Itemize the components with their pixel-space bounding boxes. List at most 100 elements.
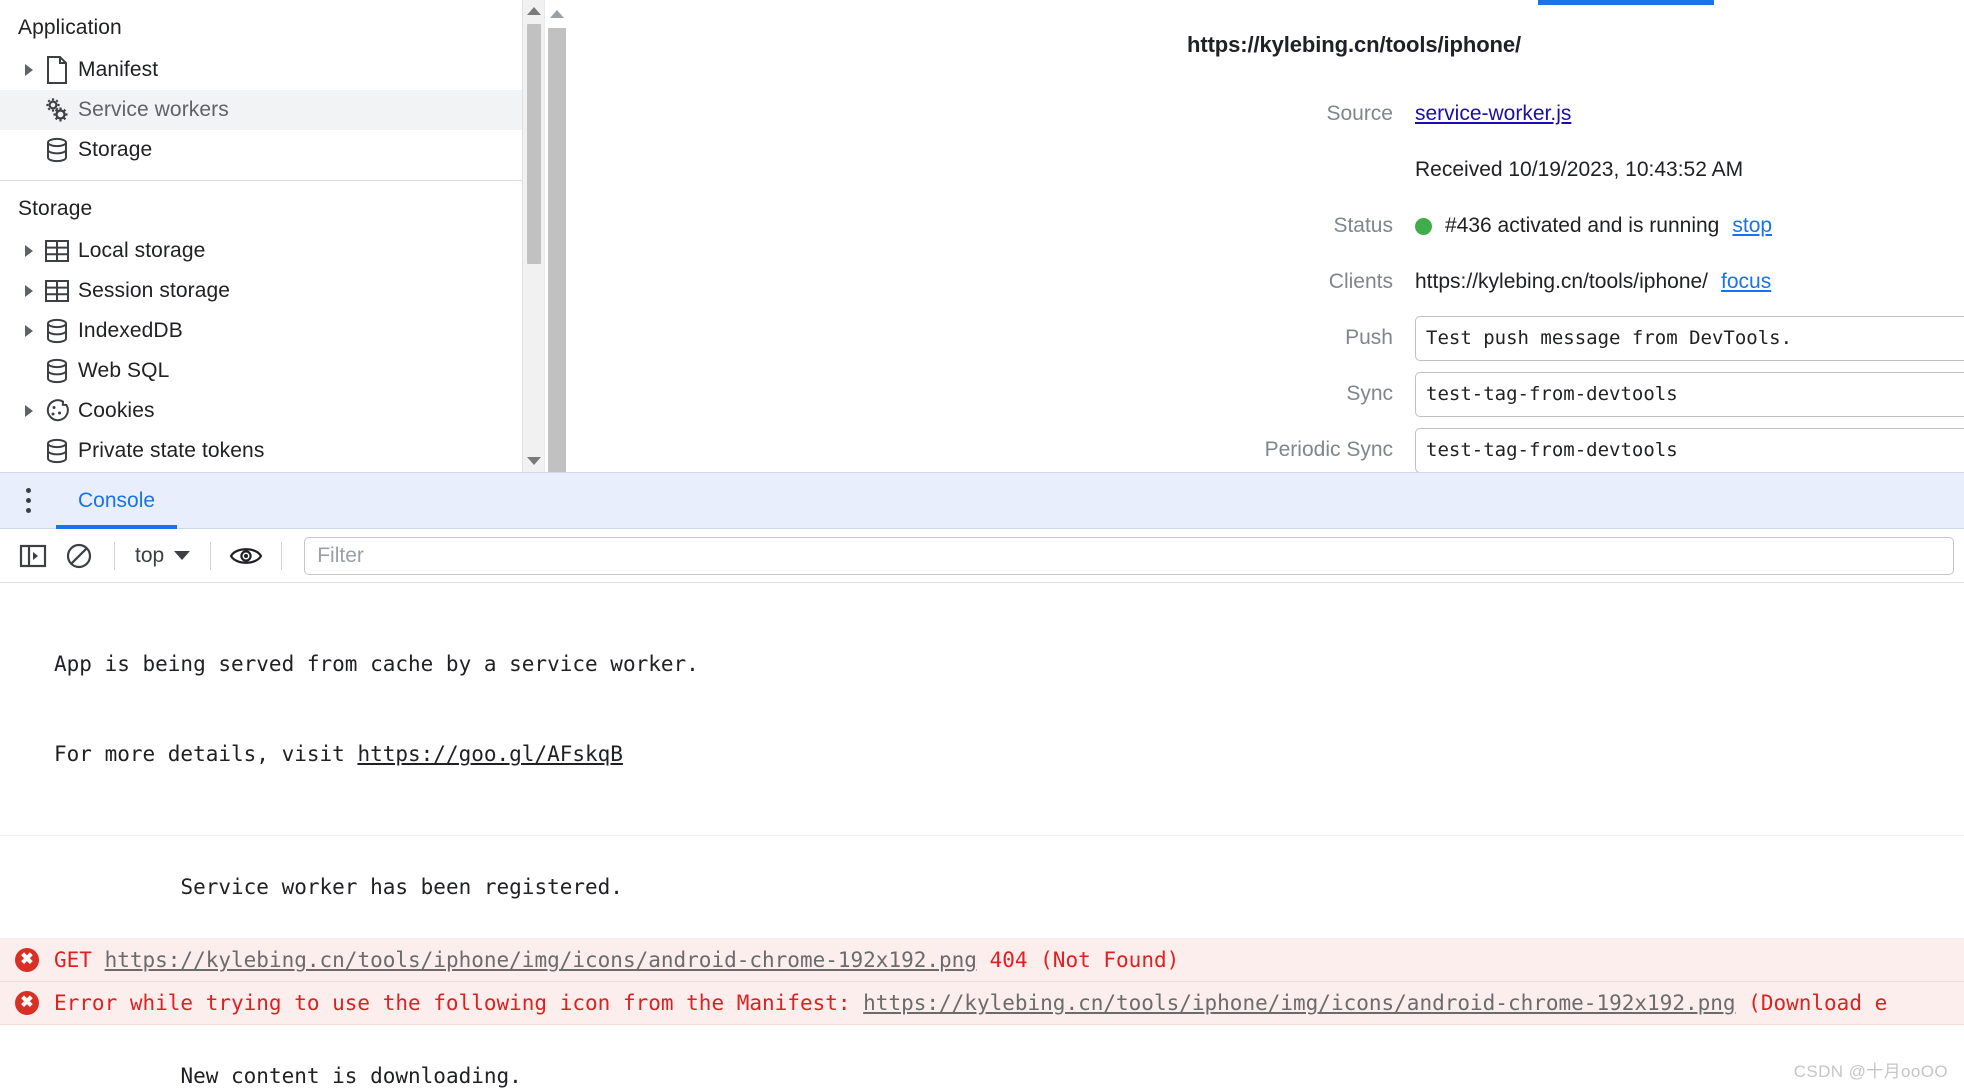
console-drawer: Console top <box>0 473 1964 1092</box>
periodic-sync-label: Periodic Sync <box>545 438 1415 462</box>
sidebar-item-label: Cookies <box>78 399 155 423</box>
message-text: Error while trying to use the following … <box>54 988 1964 1018</box>
error-suffix: (Download e <box>1736 991 1888 1015</box>
push-message-input[interactable] <box>1415 316 1964 361</box>
console-error-message: ✖ Error while trying to use the followin… <box>0 982 1964 1025</box>
focus-client-link[interactable]: focus <box>1721 270 1771 294</box>
service-worker-scope-url: https://kylebing.cn/tools/iphone/ <box>545 32 1964 58</box>
sidebar-item-label: Service workers <box>78 98 229 122</box>
expand-arrow-icon[interactable] <box>18 285 40 297</box>
sidebar-section-storage: Storage Local storage <box>0 181 544 472</box>
status-row: Status #436 activated and is running sto… <box>545 198 1964 254</box>
console-toolbar: top <box>0 529 1964 583</box>
watermark: CSDN @十月ooOO <box>1794 1057 1948 1082</box>
active-tab-indicator <box>1538 0 1714 5</box>
sidebar-item-label: Manifest <box>78 58 158 82</box>
error-icon: ✖ <box>15 948 39 972</box>
sidebar-section-title-storage: Storage <box>0 185 544 231</box>
client-url: https://kylebing.cn/tools/iphone/ <box>1415 270 1708 294</box>
sidebar-item-web-sql[interactable]: Web SQL <box>0 351 544 391</box>
tab-console[interactable]: Console <box>56 473 177 529</box>
sidebar-item-label: IndexedDB <box>78 319 183 343</box>
message-text: Service worker has been registered. <box>54 842 1964 932</box>
error-prefix: GET <box>54 948 105 972</box>
sidebar-scrollbar[interactable] <box>522 0 544 472</box>
sidebar-item-storage[interactable]: Storage <box>0 130 544 170</box>
toolbar-divider <box>114 542 115 570</box>
sidebar-item-label: Local storage <box>78 239 205 263</box>
log-line-prefix: For more details, visit <box>54 742 357 766</box>
log-line-text: App is being served from cache by a serv… <box>54 652 699 676</box>
service-worker-source-link[interactable]: service-worker.js <box>1415 102 1571 126</box>
received-row: Received 10/19/2023, 10:43:52 AM <box>545 142 1964 198</box>
sidebar-item-label: Session storage <box>78 279 230 303</box>
expand-arrow-icon[interactable] <box>18 405 40 417</box>
expand-arrow-icon[interactable] <box>18 245 40 257</box>
application-panel: Application Manifest <box>0 0 1964 473</box>
source-row: Source service-worker.js <box>545 86 1964 142</box>
log-line-text: Service worker has been registered. <box>180 875 623 899</box>
database-icon <box>40 438 74 464</box>
console-filter-input[interactable] <box>304 537 1954 575</box>
table-icon <box>40 239 74 263</box>
more-options-icon[interactable] <box>0 473 56 529</box>
status-label: Status <box>545 214 1415 238</box>
error-suffix: 404 (Not Found) <box>977 948 1179 972</box>
clients-row: Clients https://kylebing.cn/tools/iphone… <box>545 254 1964 310</box>
clear-console-icon[interactable] <box>56 533 102 579</box>
chevron-down-icon <box>174 551 190 560</box>
console-message: App is being served from cache by a serv… <box>0 583 1964 836</box>
scroll-up-arrow-icon[interactable] <box>523 0 545 22</box>
console-message: Service worker has been registered. <box>0 836 1964 939</box>
sidebar-item-private-state-tokens[interactable]: Private state tokens <box>0 431 544 471</box>
console-message-list[interactable]: App is being served from cache by a serv… <box>0 583 1964 1092</box>
clients-label: Clients <box>545 270 1415 294</box>
source-label: Source <box>545 102 1415 126</box>
scrollbar-thumb[interactable] <box>548 28 566 472</box>
push-label: Push <box>545 326 1415 350</box>
expand-arrow-icon[interactable] <box>18 64 40 76</box>
sidebar-item-manifest[interactable]: Manifest <box>0 50 544 90</box>
push-row: Push Push <box>545 310 1964 366</box>
console-link[interactable]: https://kylebing.cn/tools/iphone/img/ico… <box>863 991 1735 1015</box>
execution-context-value: top <box>135 544 164 568</box>
periodic-sync-tag-input[interactable] <box>1415 428 1964 473</box>
expand-arrow-icon[interactable] <box>18 325 40 337</box>
live-expression-icon[interactable] <box>223 533 269 579</box>
message-gutter <box>0 1031 54 1034</box>
application-sidebar[interactable]: Application Manifest <box>0 0 545 472</box>
drawer-tab-bar: Console <box>0 473 1964 529</box>
message-gutter: ✖ <box>0 945 54 972</box>
status-indicator-icon <box>1415 218 1432 235</box>
sync-tag-input[interactable] <box>1415 372 1964 417</box>
sidebar-item-label: Private state tokens <box>78 439 264 463</box>
cookie-icon <box>40 398 74 424</box>
sidebar-item-service-workers[interactable]: Service workers <box>0 90 544 130</box>
sidebar-item-session-storage[interactable]: Session storage <box>0 271 544 311</box>
message-text: GET https://kylebing.cn/tools/iphone/img… <box>54 945 1964 975</box>
database-icon <box>40 137 74 163</box>
sidebar-item-local-storage[interactable]: Local storage <box>0 231 544 271</box>
scrollbar-thumb[interactable] <box>527 24 541 264</box>
message-text: App is being served from cache by a serv… <box>54 589 1964 829</box>
error-icon: ✖ <box>15 991 39 1015</box>
sidebar-item-label: Storage <box>78 138 152 162</box>
console-link[interactable]: https://kylebing.cn/tools/iphone/img/ico… <box>105 948 977 972</box>
scroll-down-arrow-icon[interactable] <box>523 450 545 472</box>
console-sidebar-icon[interactable] <box>10 533 56 579</box>
detail-scrollbar[interactable] <box>545 0 569 472</box>
console-link[interactable]: https://goo.gl/AFskqB <box>357 742 623 766</box>
execution-context-selector[interactable]: top <box>127 544 198 568</box>
sidebar-item-cookies[interactable]: Cookies <box>0 391 544 431</box>
stop-worker-link[interactable]: stop <box>1732 214 1772 238</box>
devtools-window: Application Manifest <box>0 0 1964 1092</box>
toolbar-divider <box>210 542 211 570</box>
toolbar-divider <box>281 542 282 570</box>
sync-label: Sync <box>545 382 1415 406</box>
sidebar-item-label: Web SQL <box>78 359 169 383</box>
sidebar-section-application: Application Manifest <box>0 0 544 170</box>
console-message: New content is downloading. <box>0 1025 1964 1092</box>
sidebar-item-indexeddb[interactable]: IndexedDB <box>0 311 544 351</box>
message-gutter <box>0 842 54 845</box>
scroll-up-arrow-icon[interactable] <box>547 4 567 24</box>
